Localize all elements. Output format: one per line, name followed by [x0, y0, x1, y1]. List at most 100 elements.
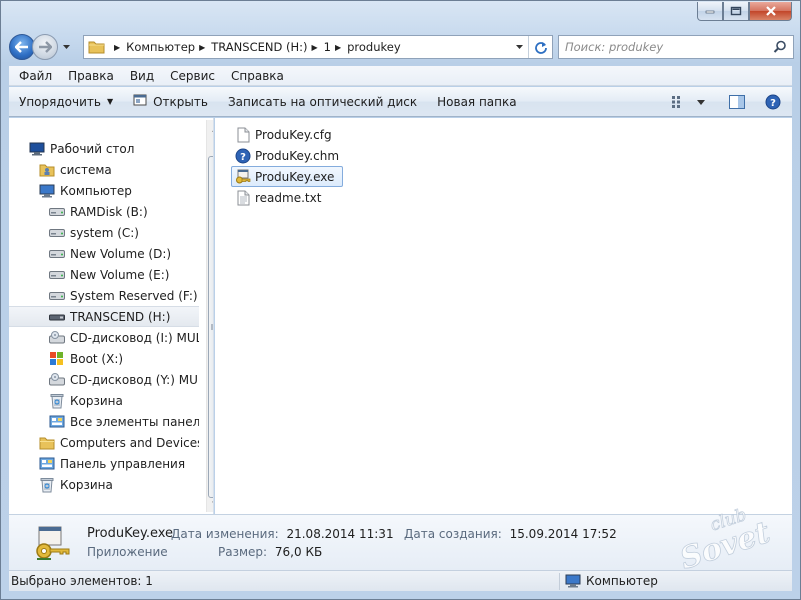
crumb-drive[interactable]: TRANSCEND (H:) ▶: [211, 40, 323, 54]
nav-item-label: System Reserved (F:): [70, 288, 198, 303]
view-icon: [672, 96, 680, 108]
created-label: Дата создания:: [404, 527, 502, 541]
new-folder-button[interactable]: Новая папка: [427, 89, 526, 115]
details-file-type: Приложение: [87, 545, 168, 559]
preview-pane-icon: [729, 95, 745, 109]
menu-file[interactable]: Файл: [11, 67, 60, 85]
nav-item[interactable]: New Volume (E:): [9, 264, 199, 285]
refresh-button[interactable]: [528, 36, 552, 58]
drive-icon: [49, 246, 65, 262]
key-app-icon: [235, 169, 251, 185]
nav-item[interactable]: Корзина: [9, 390, 199, 411]
menu-help[interactable]: Справка: [223, 67, 292, 85]
modified-label: Дата изменения:: [171, 527, 279, 541]
drive-icon: [49, 204, 65, 220]
file-item[interactable]: ? ProduKey.chm: [231, 145, 343, 166]
computer-icon: [565, 574, 581, 588]
organize-button[interactable]: Упорядочить ▼: [9, 89, 123, 115]
close-button[interactable]: [749, 2, 792, 21]
help-button[interactable]: ?: [760, 90, 786, 114]
search-icon[interactable]: [773, 40, 787, 57]
nav-item-label: Панель управления: [60, 456, 186, 471]
maximize-button[interactable]: [723, 2, 749, 21]
scroll-down-arrow[interactable]: ▼: [207, 495, 213, 512]
menu-edit[interactable]: Правка: [60, 67, 122, 85]
menu-view[interactable]: Вид: [122, 67, 162, 85]
nav-item[interactable]: Панель управления: [9, 453, 199, 474]
minimize-button[interactable]: [697, 2, 723, 21]
folder-icon: [39, 435, 55, 451]
scroll-thumb[interactable]: [208, 156, 213, 498]
search-box[interactable]: [558, 35, 794, 59]
nav-item[interactable]: Boot (X:): [9, 348, 199, 369]
crumb-produkey[interactable]: produkey: [347, 40, 401, 54]
svg-text:?: ?: [240, 152, 246, 163]
menu-bar: Файл Правка Вид Сервис Справка: [9, 66, 792, 86]
menu-tools[interactable]: Сервис: [162, 67, 223, 85]
file-icon: [235, 127, 251, 143]
navigation-bar: ▶ Компьютер ▶ TRANSCEND (H:) ▶ 1 ▶ produkey: [9, 33, 794, 61]
nav-item-label: TRANSCEND (H:): [70, 309, 171, 324]
nav-item[interactable]: система: [9, 159, 199, 180]
key-app-icon: [36, 526, 70, 560]
nav-item[interactable]: Корзина: [9, 474, 199, 495]
explorer-window: ▶ Компьютер ▶ TRANSCEND (H:) ▶ 1 ▶ produkey…: [0, 0, 801, 600]
status-location: Компьютер: [586, 574, 658, 588]
drive-icon: [49, 267, 65, 283]
preview-pane-button[interactable]: [724, 90, 750, 114]
search-input[interactable]: [565, 40, 765, 54]
nav-item-label: system (C:): [70, 225, 139, 240]
nav-item[interactable]: TRANSCEND (H:): [9, 306, 199, 327]
open-button[interactable]: Открыть: [123, 89, 218, 115]
nav-item[interactable]: Все элементы панели у: [9, 411, 199, 432]
size-value: 76,0 КБ: [274, 545, 323, 559]
back-arrow-icon: [15, 41, 28, 53]
nav-item[interactable]: System Reserved (F:): [9, 285, 199, 306]
crumb-folder-1[interactable]: 1 ▶: [324, 40, 347, 54]
file-item[interactable]: ProduKey.cfg: [231, 124, 343, 145]
windows-drive-icon: [49, 351, 65, 367]
nav-item-label: New Volume (D:): [70, 246, 172, 261]
nav-item[interactable]: Computers and Devices: [9, 432, 199, 453]
status-divider: [559, 573, 560, 590]
nav-item-label: New Volume (E:): [70, 267, 170, 282]
nav-item[interactable]: RAMDisk (B:): [9, 201, 199, 222]
crumb-computer[interactable]: Компьютер ▶: [126, 40, 211, 54]
nav-item[interactable]: CD-дисковод (Y:) MULT: [9, 369, 199, 390]
address-history-dropdown[interactable]: [510, 36, 528, 58]
nav-item-label: Корзина: [70, 393, 123, 408]
folder-tree: Рабочий стол система Компьютер RAMDisk (B:)…: [9, 138, 199, 495]
created-value: 15.09.2014 17:52: [509, 527, 617, 541]
forward-button[interactable]: [32, 34, 58, 60]
address-bar[interactable]: ▶ Компьютер ▶ TRANSCEND (H:) ▶ 1 ▶ produkey: [83, 35, 553, 59]
status-bar: Выбрано элементов: 1 Компьютер: [9, 570, 792, 591]
nav-item-label: система: [60, 162, 112, 177]
watermark-logo: club Sovet: [675, 505, 774, 569]
file-item[interactable]: readme.txt: [231, 187, 343, 208]
drive-icon: [49, 225, 65, 241]
recent-pages-dropdown[interactable]: [60, 41, 72, 53]
nav-item[interactable]: Рабочий стол: [9, 138, 199, 159]
recycle-bin-icon: [39, 477, 55, 493]
usb-drive-icon: [49, 309, 65, 325]
scroll-up-arrow[interactable]: ▲: [207, 120, 213, 137]
change-view-button[interactable]: [666, 90, 692, 114]
nav-scrollbar[interactable]: ▲ ▼: [206, 120, 213, 512]
nav-item[interactable]: New Volume (D:): [9, 243, 199, 264]
computer-icon: [39, 183, 55, 199]
view-options-dropdown[interactable]: [692, 90, 710, 114]
cd-drive-icon: [49, 330, 65, 346]
modified-value: 21.08.2014 11:31: [286, 527, 394, 541]
file-item[interactable]: ProduKey.exe: [231, 166, 344, 187]
size-label: Размер:: [218, 545, 268, 559]
nav-item[interactable]: CD-дисковод (I:) MULTI: [9, 327, 199, 348]
control-panel-icon: [49, 414, 65, 430]
nav-item-label: Boot (X:): [70, 351, 124, 366]
burn-disc-button[interactable]: Записать на оптический диск: [218, 89, 427, 115]
forward-arrow-icon: [39, 41, 52, 53]
help-icon: ?: [765, 94, 781, 110]
nav-item[interactable]: Компьютер: [9, 180, 199, 201]
control-panel-icon: [39, 456, 55, 472]
nav-item[interactable]: system (C:): [9, 222, 199, 243]
file-list: ProduKey.cfg? ProduKey.chm ProduKey.exe rea…: [215, 118, 792, 514]
